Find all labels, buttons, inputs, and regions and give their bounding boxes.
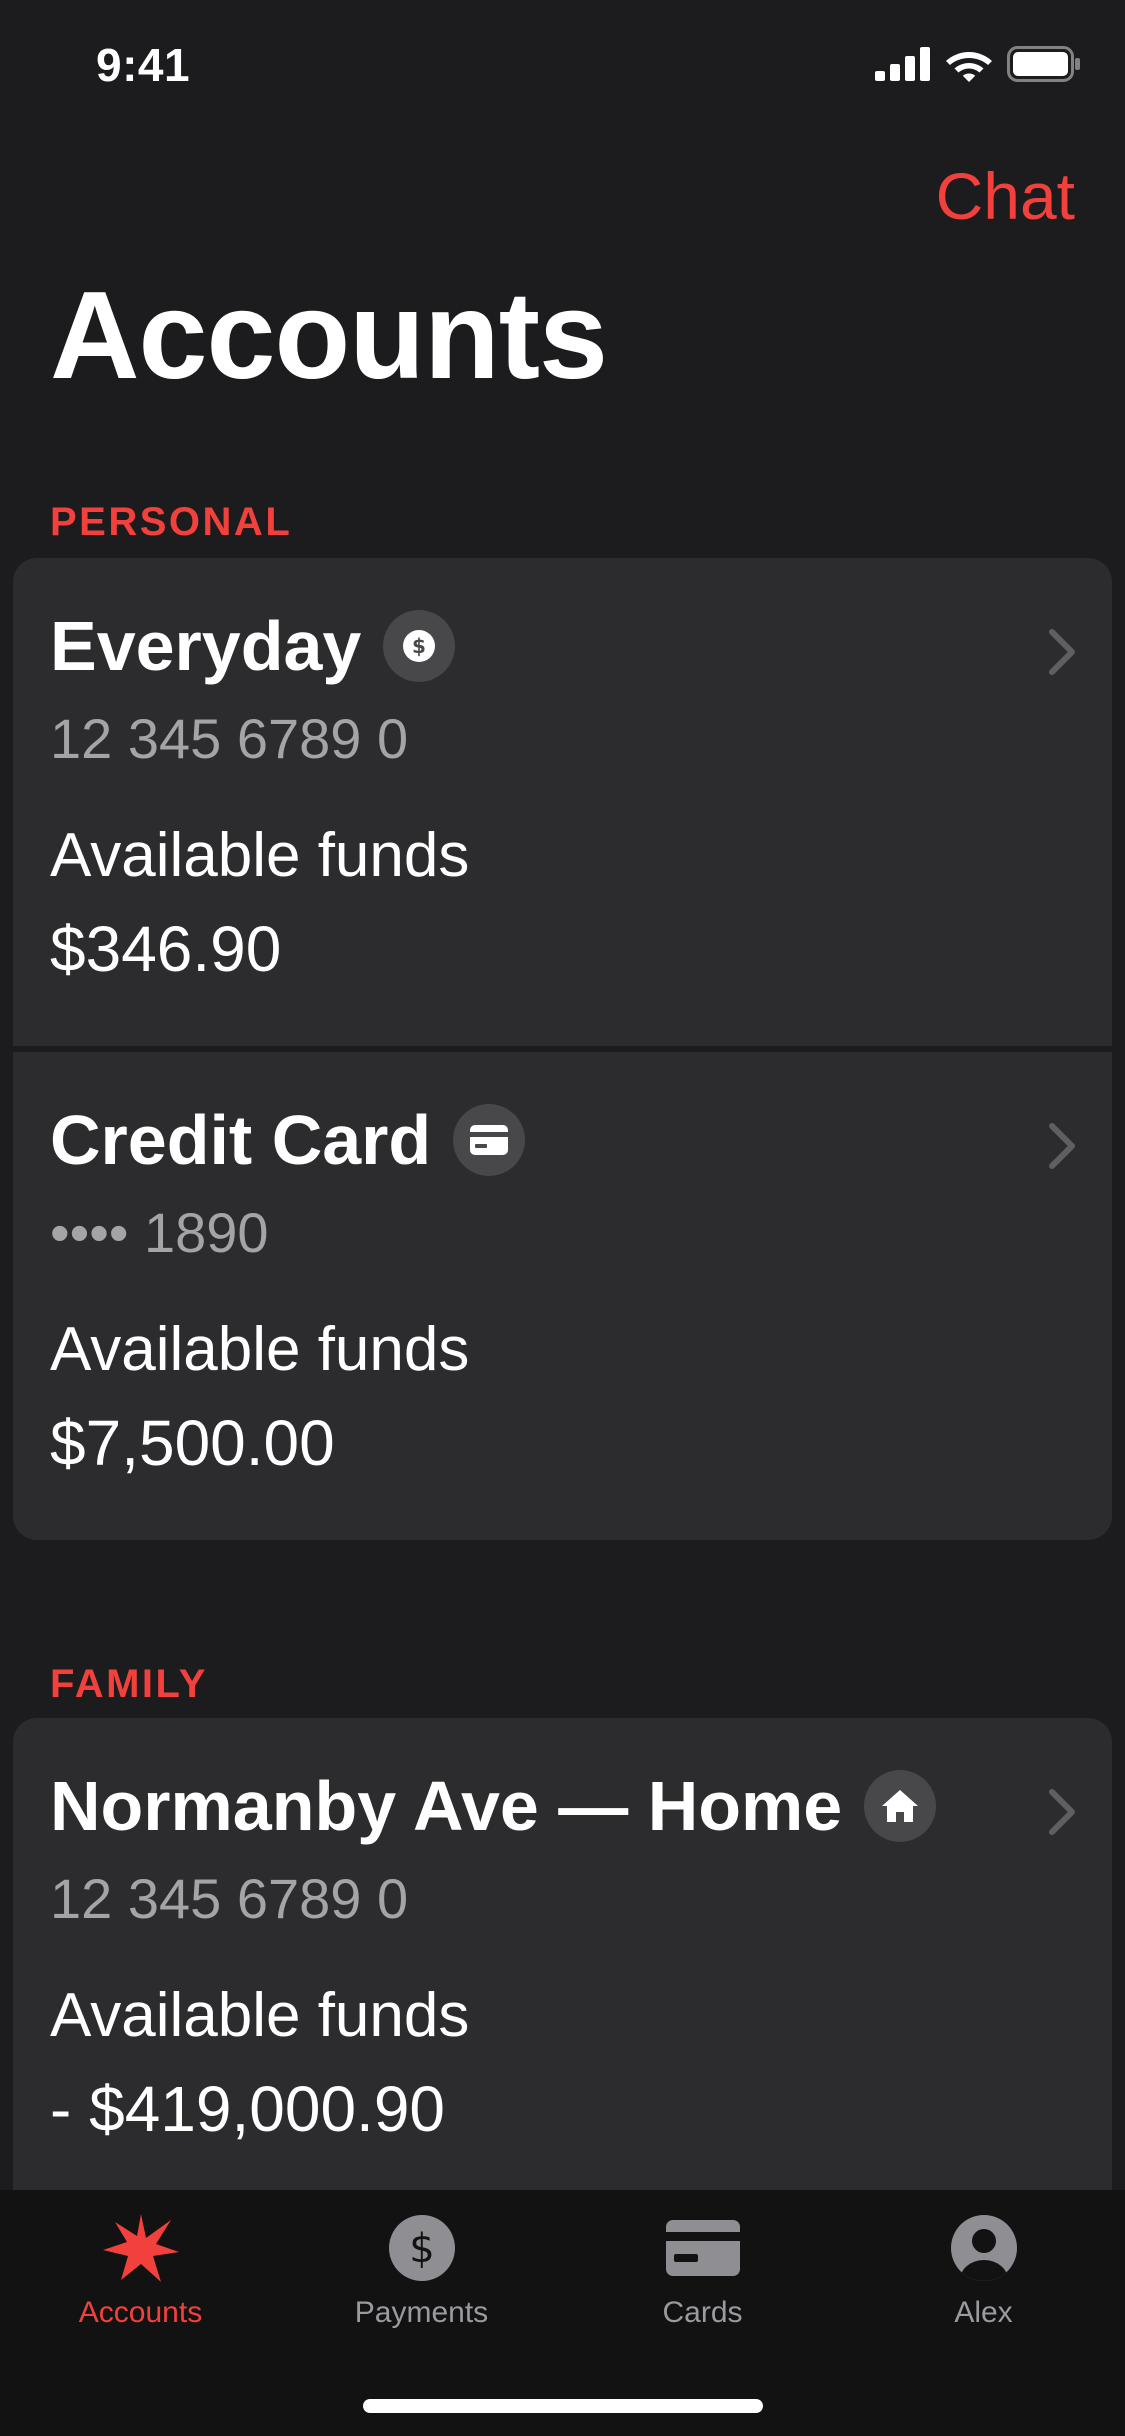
- account-name: Normanby Ave — Home: [50, 1767, 843, 1845]
- account-card-everyday[interactable]: Everyday $ 12 345 6789 0 Available funds…: [13, 558, 1112, 1046]
- credit-card-icon: [453, 1104, 526, 1176]
- svg-text:$: $: [412, 634, 426, 658]
- page-title: Accounts: [50, 267, 608, 405]
- card-icon: [663, 2210, 743, 2286]
- account-name-row: Normanby Ave — Home: [50, 1766, 937, 1846]
- account-name-row: Everyday $: [50, 606, 456, 686]
- funds-label: Available funds: [50, 1315, 470, 1384]
- card-number: •••• 1890: [50, 1201, 269, 1264]
- funds-value: - $419,000.90: [50, 2073, 445, 2145]
- tab-payments[interactable]: $ Payments: [281, 2210, 562, 2360]
- account-number: 12 345 6789 0: [50, 1867, 409, 1930]
- chevron-right-icon: [1049, 1789, 1075, 1835]
- account-card-normanby-ave-home[interactable]: Normanby Ave — Home 12 345 6789 0 Availa…: [13, 1718, 1112, 2198]
- chevron-right-icon: [1049, 629, 1075, 675]
- tab-accounts[interactable]: Accounts: [0, 2210, 281, 2360]
- dollar-icon: $: [383, 610, 456, 682]
- section-title-personal: PERSONAL: [50, 500, 293, 544]
- chat-button[interactable]: Chat: [936, 158, 1075, 234]
- svg-text:$: $: [409, 2226, 434, 2272]
- dollar-circle-icon: $: [382, 2210, 462, 2286]
- account-card-credit-card[interactable]: Credit Card •••• 1890 Available funds $7…: [13, 1046, 1112, 1540]
- tab-profile[interactable]: Alex: [843, 2210, 1124, 2360]
- screen: 9:41 Chat Accounts PERSONAL Everyday $ 1…: [0, 0, 1125, 2436]
- account-name: Credit Card: [50, 1101, 432, 1179]
- section-title-family: FAMILY: [50, 1662, 208, 1706]
- status-bar: 9:41: [0, 0, 1125, 132]
- account-group-family: Normanby Ave — Home 12 345 6789 0 Availa…: [13, 1718, 1112, 2198]
- wifi-icon: [946, 52, 992, 82]
- home-indicator[interactable]: [363, 2399, 763, 2413]
- funds-value: $7,500.00: [50, 1407, 335, 1479]
- account-name: Everyday: [50, 607, 362, 685]
- tab-label: Cards: [662, 2296, 743, 2329]
- funds-label: Available funds: [50, 1981, 470, 2050]
- tab-cards[interactable]: Cards: [562, 2210, 843, 2360]
- person-icon: [944, 2210, 1024, 2286]
- funds-value: $346.90: [50, 913, 282, 985]
- status-icons: [875, 46, 1081, 82]
- account-group-personal: Everyday $ 12 345 6789 0 Available funds…: [13, 558, 1112, 1540]
- star-logo-icon: [101, 2210, 181, 2286]
- tab-label: Alex: [954, 2296, 1013, 2329]
- chevron-right-icon: [1049, 1123, 1075, 1169]
- account-number: 12 345 6789 0: [50, 707, 409, 770]
- battery-icon: [1007, 46, 1080, 82]
- status-time: 9:41: [96, 39, 191, 91]
- cellular-signal-icon: [875, 47, 930, 81]
- home-icon: [864, 1770, 937, 1842]
- tab-label: Payments: [354, 2296, 489, 2329]
- tab-label: Accounts: [78, 2296, 203, 2329]
- funds-label: Available funds: [50, 821, 470, 890]
- account-name-row: Credit Card: [50, 1100, 526, 1180]
